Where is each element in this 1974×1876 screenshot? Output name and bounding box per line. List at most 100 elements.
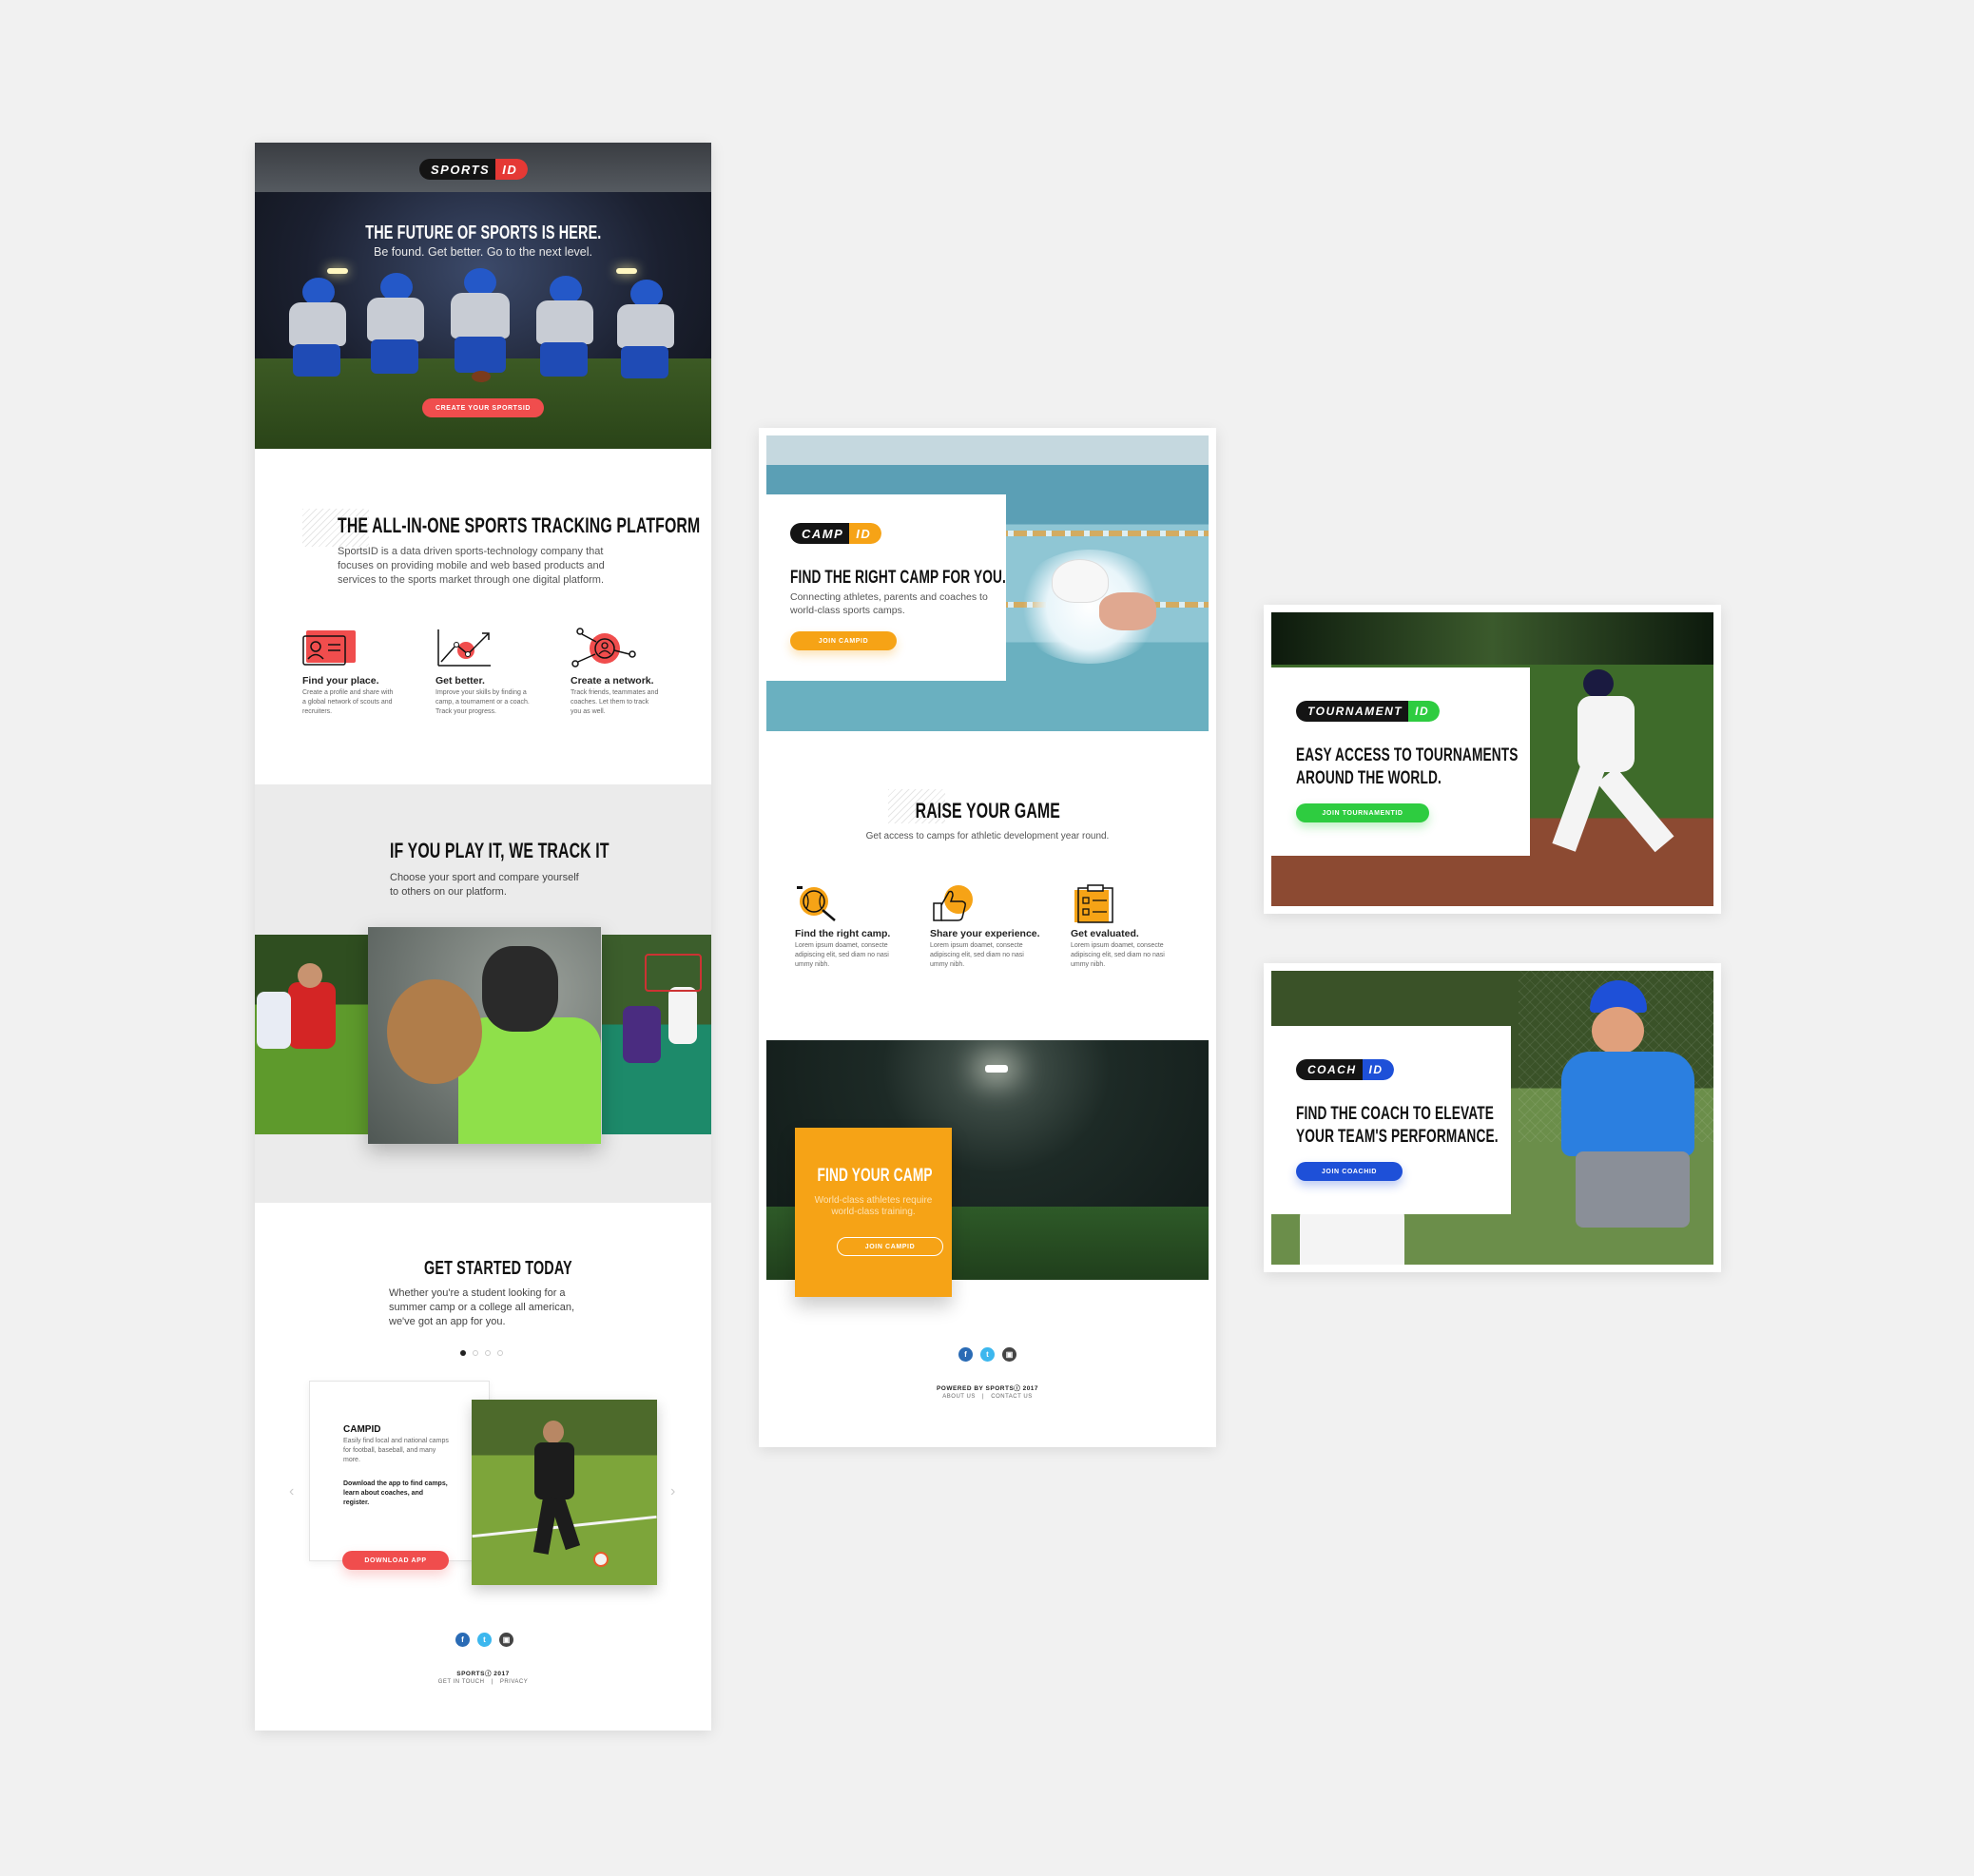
twitter-icon[interactable]: t (477, 1633, 492, 1647)
get-started-body: Whether you're a student looking for a s… (389, 1287, 575, 1327)
feature-title: Get evaluated. (1071, 928, 1139, 939)
feature-title: Get better. (435, 675, 485, 687)
about-us-link[interactable]: ABOUT US (942, 1394, 976, 1400)
logo-word: SPORTS (419, 159, 496, 180)
football (472, 371, 491, 382)
create-sportsid-button[interactable]: CREATE YOUR SPORTSID (422, 398, 544, 417)
facebook-icon[interactable]: f (455, 1633, 470, 1647)
download-app-button[interactable]: DOWNLOAD APP (342, 1551, 449, 1570)
platform-body: SportsID is a data driven sports-technol… (338, 546, 605, 586)
logo-id: ID (495, 159, 529, 180)
logo-word: COACH (1296, 1059, 1363, 1080)
find-camp-body: World-class athletes require world-class… (814, 1195, 933, 1217)
platform-title: THE ALL-IN-ONE SPORTS TRACKING PLATFORM (338, 513, 701, 537)
carousel-prev-icon[interactable]: ‹ (289, 1483, 294, 1500)
feature-text: Create a profile and share with a global… (302, 689, 394, 715)
feature-text: Lorem ipsum doamet, consecte adipiscing … (930, 942, 1024, 968)
instagram-icon[interactable]: ▣ (1002, 1347, 1016, 1362)
track-body: Choose your sport and compare yourself t… (390, 872, 579, 898)
clipboard-icon (1071, 884, 1120, 923)
logo-id: ID (1362, 1059, 1394, 1080)
join-coachid-button[interactable]: JOIN COACHID (1296, 1162, 1403, 1181)
feature-title: Share your experience. (930, 928, 1040, 939)
sportsid-logo[interactable]: SPORTS ID (419, 159, 529, 180)
lacrosse-photo (602, 935, 711, 1134)
sportsid-landing-page: SPORTS ID THE FUTURE OF SPORTS IS HERE. … (255, 143, 711, 1731)
join-campid-button[interactable]: JOIN CAMPID (790, 631, 897, 650)
carousel-dot[interactable] (485, 1350, 491, 1356)
growth-chart-icon (435, 628, 493, 667)
join-campid-outline-button[interactable]: JOIN CAMPID (837, 1237, 943, 1256)
social-links: f t ▣ (958, 1347, 1016, 1362)
camp-footer-powered: POWERED BY SPORTSⓘ 2017 (936, 1385, 1039, 1392)
feature-title: Find the right camp. (795, 928, 891, 939)
feature-title: Create a network. (571, 675, 654, 687)
profile-card-icon (302, 628, 359, 667)
goalkeeper-photo (472, 1400, 657, 1585)
coach-title: FIND THE COACH TO ELEVATE YOUR TEAM'S PE… (1296, 1104, 1499, 1147)
carousel-dot[interactable] (497, 1350, 503, 1356)
facebook-icon[interactable]: f (958, 1347, 973, 1362)
feature-get-evaluated: Get evaluated. Lorem ipsum doamet, conse… (1071, 884, 1185, 970)
feature-title: Find your place. (302, 675, 379, 687)
carousel-next-icon[interactable]: › (670, 1483, 675, 1500)
raise-title: RAISE YOUR GAME (915, 799, 1060, 822)
social-links: f t ▣ (455, 1633, 513, 1647)
feature-text: Track friends, teammates and coaches. Le… (571, 689, 659, 715)
coachid-logo[interactable]: COACH ID (1296, 1059, 1394, 1080)
football-player (283, 278, 350, 382)
tournamentid-logo[interactable]: TOURNAMENT ID (1296, 701, 1441, 722)
track-title: IF YOU PLAY IT, WE TRACK IT (390, 839, 610, 862)
logo-word: TOURNAMENT (1296, 701, 1409, 722)
footer-copyright: SPORTSⓘ 2017 (456, 1671, 510, 1677)
soccer-ball (593, 1552, 609, 1567)
camp-footer-links: ABOUT US | CONTACT US (942, 1394, 1033, 1400)
logo-id: ID (1408, 701, 1441, 722)
feature-text: Lorem ipsum doamet, consecte adipiscing … (1071, 942, 1165, 968)
soccer-photo (255, 935, 369, 1134)
baseball-search-icon (795, 884, 844, 922)
campid-logo[interactable]: CAMP ID (790, 523, 882, 544)
feature-share-experience: Share your experience. Lorem ipsum doame… (930, 884, 1044, 970)
app-card-title: CAMPID (343, 1424, 381, 1435)
logo-id: ID (849, 523, 882, 544)
carousel-dot[interactable] (473, 1350, 478, 1356)
coachid-card: COACH ID FIND THE COACH TO ELEVATE YOUR … (1264, 963, 1721, 1272)
football-player (361, 273, 428, 382)
instagram-icon[interactable]: ▣ (499, 1633, 513, 1647)
logo-word: CAMP (790, 523, 850, 544)
stadium-light (985, 1065, 1008, 1073)
tournament-title: EASY ACCESS TO TOURNAMENTS AROUND THE WO… (1296, 745, 1519, 788)
raise-body: Get access to camps for athletic develop… (865, 831, 1110, 841)
camp-hero-title: FIND THE RIGHT CAMP FOR YOU. (790, 568, 1006, 588)
contact-us-link[interactable]: CONTACT US (991, 1394, 1032, 1400)
carousel-dot-active[interactable] (460, 1350, 466, 1356)
app-card-text: Easily find local and national camps for… (343, 1438, 449, 1463)
hero-subtitle: Be found. Get better. Go to the next lev… (373, 245, 592, 259)
app-card (309, 1381, 490, 1561)
tournamentid-card: TOURNAMENT ID EASY ACCESS TO TOURNAMENTS… (1264, 605, 1721, 914)
football-player (445, 268, 515, 382)
find-camp-title: FIND YOUR CAMP (817, 1166, 933, 1186)
carousel-dots (460, 1350, 503, 1356)
camp-hero-body: Connecting athletes, parents and coaches… (790, 591, 988, 616)
stadium-lights (327, 268, 348, 274)
feature-find-place: Find your place. Create a profile and sh… (302, 628, 397, 717)
twitter-icon[interactable]: t (980, 1347, 995, 1362)
get-in-touch-link[interactable]: GET IN TOUCH (438, 1679, 485, 1685)
join-tournamentid-button[interactable]: JOIN TOURNAMENTID (1296, 803, 1429, 822)
feature-text: Lorem ipsum doamet, consecte adipiscing … (795, 942, 889, 968)
privacy-link[interactable]: PRIVACY (500, 1679, 528, 1685)
feature-text: Improve your skills by finding a camp, a… (435, 689, 530, 715)
feature-find-camp: Find the right camp. Lorem ipsum doamet,… (795, 884, 904, 970)
softball-catcher-photo (368, 927, 601, 1144)
network-icon (571, 628, 637, 669)
thumbs-up-icon (930, 884, 979, 922)
footer-links: GET IN TOUCH | PRIVACY (437, 1679, 529, 1685)
hero-title: THE FUTURE OF SPORTS IS HERE. (364, 222, 602, 243)
get-started-title: GET STARTED TODAY (424, 1258, 572, 1279)
campid-landing-page: CAMP ID FIND THE RIGHT CAMP FOR YOU. Con… (759, 428, 1216, 1447)
football-player (531, 276, 597, 382)
football-player (611, 280, 678, 382)
app-card-bold-text: Download the app to find camps, learn ab… (343, 1480, 448, 1506)
